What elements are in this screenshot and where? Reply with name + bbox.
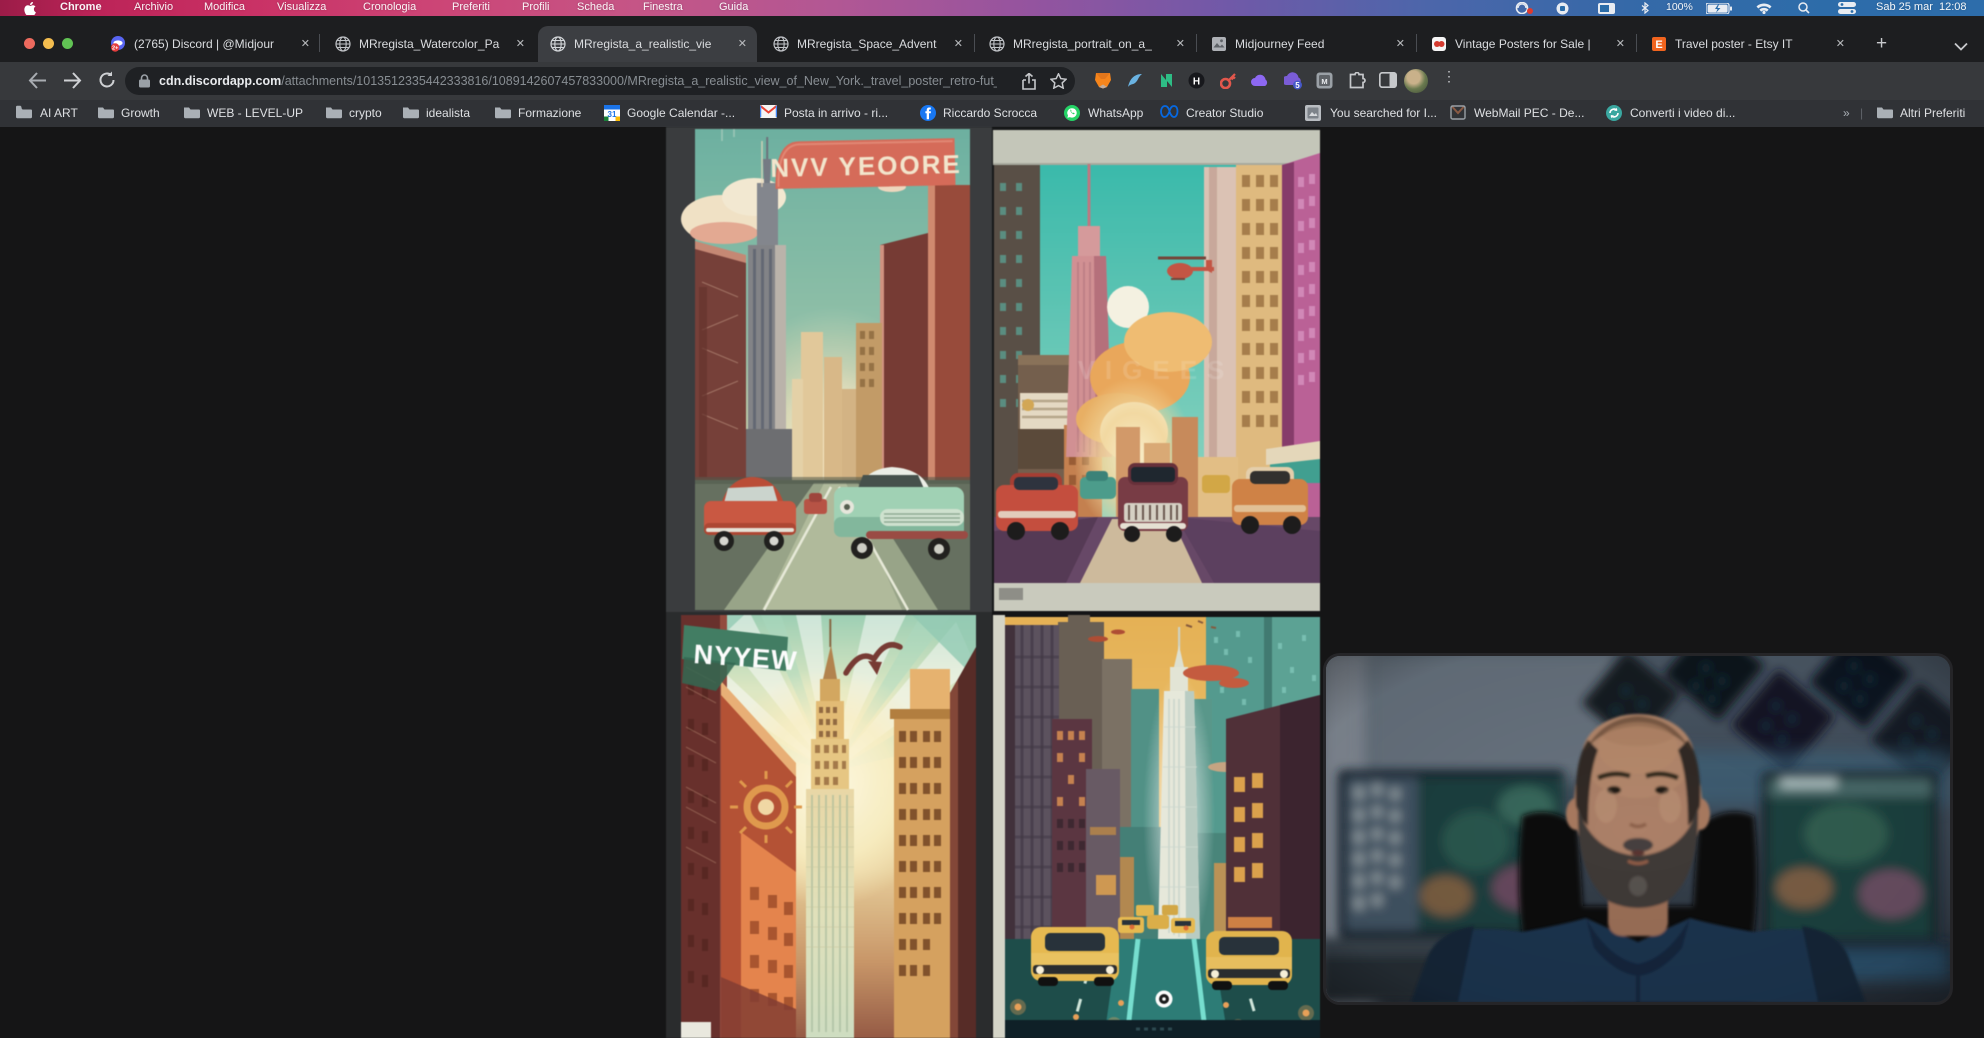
svg-text:E: E: [1655, 39, 1662, 51]
svg-text:M: M: [1321, 77, 1327, 86]
svg-text:2+: 2+: [112, 45, 118, 51]
svg-text:31: 31: [608, 110, 617, 119]
svg-text:VIGEES: VIGEES: [1078, 355, 1235, 385]
svg-text:5: 5: [1295, 81, 1300, 90]
svg-text:H: H: [1193, 76, 1200, 87]
svg-text:NVV YEOORE: NVV YEOORE: [770, 149, 962, 183]
